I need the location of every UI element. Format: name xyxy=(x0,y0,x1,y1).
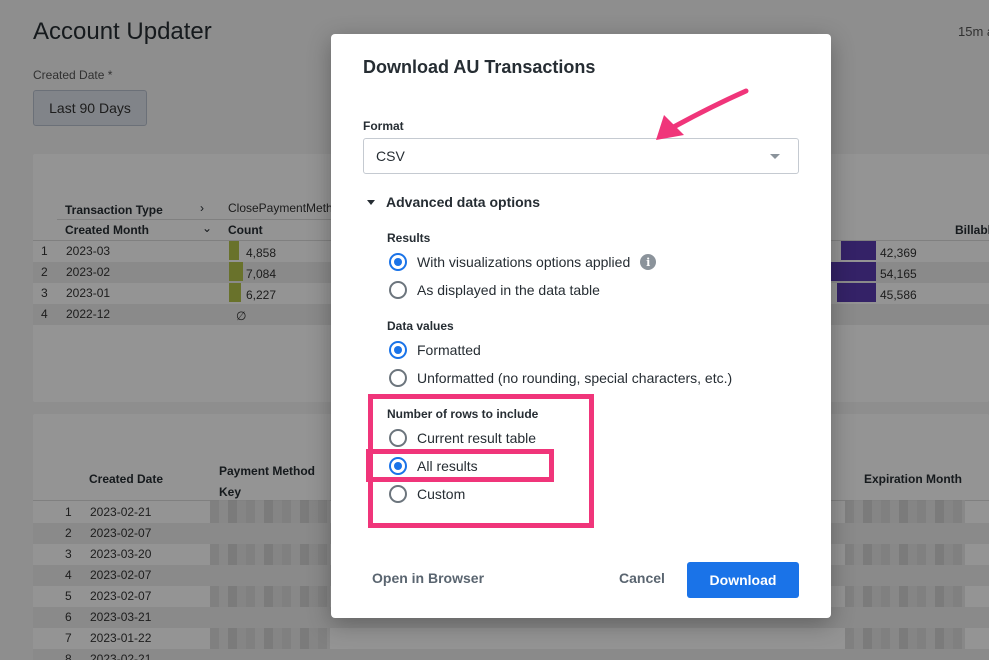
radio-unselected-icon[interactable] xyxy=(389,281,407,299)
collapse-caret-icon xyxy=(367,199,375,205)
download-dialog: Download AU Transactions Format CSV Adva… xyxy=(331,34,831,618)
download-button[interactable]: Download xyxy=(687,562,799,598)
radio-unselected-icon[interactable] xyxy=(389,369,407,387)
radio-formatted[interactable]: Formatted xyxy=(389,341,481,359)
dropdown-caret-icon xyxy=(770,154,780,159)
format-value: CSV xyxy=(376,148,405,164)
annotation-arrow-icon xyxy=(656,88,749,140)
info-icon[interactable]: i xyxy=(640,254,657,270)
radio-label: With visualizations options applied xyxy=(417,254,631,270)
highlight-box-all-results xyxy=(366,449,554,482)
radio-label: As displayed in the data table xyxy=(417,282,600,298)
results-label: Results xyxy=(387,231,431,245)
open-in-browser-button[interactable]: Open in Browser xyxy=(372,570,484,586)
radio-label: Unformatted (no rounding, special charac… xyxy=(417,370,733,386)
dialog-title: Download AU Transactions xyxy=(363,57,596,77)
format-label: Format xyxy=(363,119,404,133)
radio-label: Formatted xyxy=(417,342,481,358)
radio-selected-icon[interactable] xyxy=(389,253,407,271)
advanced-options-label: Advanced data options xyxy=(386,194,541,210)
cancel-button[interactable]: Cancel xyxy=(619,570,665,586)
radio-selected-icon[interactable] xyxy=(389,341,407,359)
radio-results-table[interactable]: As displayed in the data table xyxy=(389,281,600,299)
data-values-label: Data values xyxy=(387,319,454,333)
advanced-options-toggle[interactable]: Advanced data options xyxy=(367,194,540,210)
radio-results-visualization[interactable]: With visualizations options applied i xyxy=(389,253,657,271)
radio-unformatted[interactable]: Unformatted (no rounding, special charac… xyxy=(389,369,732,387)
